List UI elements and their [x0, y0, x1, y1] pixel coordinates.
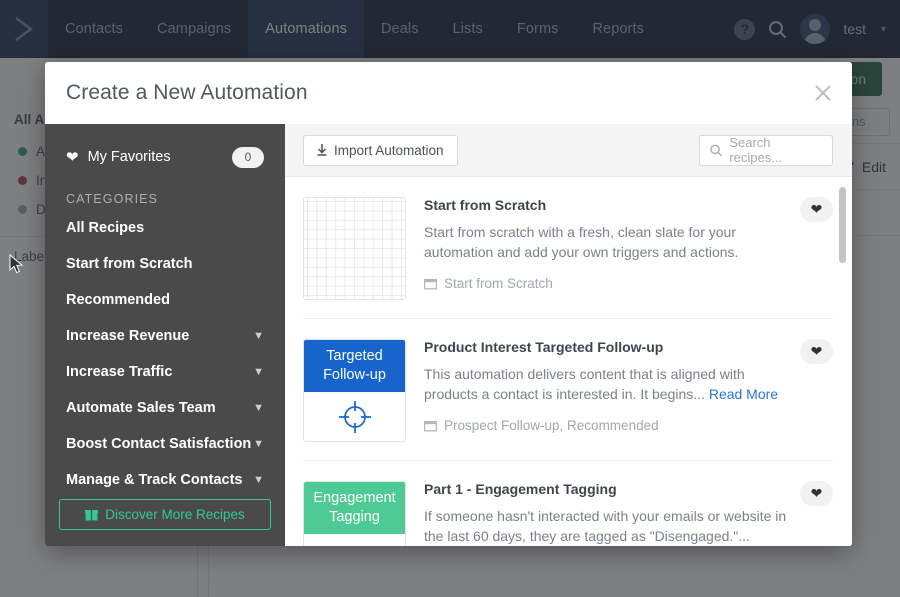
category-label: Recommended [66, 292, 170, 308]
modal-sidebar: ❤ My Favorites 0 CATEGORIES All Recipes … [45, 124, 285, 546]
search-recipes-input[interactable]: Search recipes... [699, 134, 833, 166]
read-more-link[interactable]: Read More [709, 386, 778, 402]
sidebar-item-recommended[interactable]: Recommended [45, 282, 285, 318]
close-icon[interactable] [812, 82, 834, 104]
tag-icon [424, 278, 437, 289]
modal-scrollbar-thumb[interactable] [839, 187, 846, 263]
category-label: All Recipes [66, 220, 145, 236]
thumbnail-caption-line1: Targeted [326, 348, 383, 364]
recipes-toolbar: Import Automation Search recipes... [285, 124, 852, 177]
category-label: Increase Revenue [66, 328, 190, 344]
grid-pattern-icon [304, 198, 405, 299]
category-label: Manage & Track Contacts [66, 472, 243, 488]
modal-body: ❤ My Favorites 0 CATEGORIES All Recipes … [45, 124, 852, 546]
thumbnail-caption-line2: Tagging [329, 509, 380, 525]
recipe-description: If someone hasn't interacted with your e… [424, 506, 787, 546]
recipe-card-part-1-engagement-tagging[interactable]: Engagement Tagging Part 1 - Engagement T… [303, 461, 833, 546]
chevron-down-icon: ▼ [253, 474, 264, 486]
recipe-tag-row: Start from Scratch [424, 276, 787, 291]
chevron-down-icon: ▼ [253, 438, 264, 450]
categories-heading: CATEGORIES [66, 192, 159, 206]
thumbnail-art [304, 392, 405, 441]
heart-icon: ❤ [66, 149, 79, 166]
recipe-tags: Prospect Follow-up, Recommended [444, 418, 659, 433]
category-label: Boost Contact Satisfaction [66, 436, 252, 452]
sidebar-item-all-recipes[interactable]: All Recipes [45, 210, 285, 246]
favorites-count-badge: 0 [232, 146, 264, 168]
sidebar-item-increase-traffic[interactable]: Increase Traffic ▼ [45, 354, 285, 390]
discover-more-recipes-button[interactable]: Discover More Recipes [59, 499, 271, 530]
search-placeholder: Search recipes... [729, 135, 783, 165]
recipe-thumbnail: Targeted Follow-up [303, 339, 406, 442]
favorite-heart-icon[interactable]: ❤ [800, 339, 833, 364]
favorite-heart-icon[interactable]: ❤ [800, 197, 833, 222]
target-crosshair-icon [338, 400, 371, 433]
recipe-description-text: If someone hasn't interacted with your e… [424, 508, 787, 544]
sidebar-item-boost-contact-satisfaction[interactable]: Boost Contact Satisfaction ▼ [45, 426, 285, 462]
modal-title: Create a New Automation [66, 81, 308, 104]
import-label: Import Automation [334, 142, 444, 158]
recipe-description: Start from scratch with a fresh, clean s… [424, 222, 787, 262]
category-label: Increase Traffic [66, 364, 173, 380]
recipe-tag-row: Prospect Follow-up, Recommended [424, 418, 787, 433]
sidebar-item-my-favorites[interactable]: ❤ My Favorites 0 [45, 142, 285, 172]
download-arrow-icon [317, 144, 327, 156]
recipe-title: Part 1 - Engagement Tagging [424, 481, 617, 497]
recipe-description-text: Start from scratch with a fresh, clean s… [424, 224, 739, 260]
import-automation-button[interactable]: Import Automation [303, 134, 458, 166]
tag-icon [424, 420, 437, 431]
recipe-card-product-interest-targeted-follow-up[interactable]: Targeted Follow-up Product Interest Targ… [303, 319, 833, 461]
mouse-cursor [9, 254, 24, 274]
thumbnail-caption: Engagement Tagging [304, 482, 405, 534]
recipe-thumbnail: Engagement Tagging [303, 481, 406, 546]
chevron-down-icon: ▼ [253, 402, 264, 414]
modal-header: Create a New Automation [45, 62, 852, 124]
pulse-line-icon [327, 543, 383, 547]
recipe-tags: Start from Scratch [444, 276, 553, 291]
search-icon [710, 144, 723, 156]
sidebar-item-manage-track-contacts[interactable]: Manage & Track Contacts ▼ [45, 462, 285, 498]
category-label: Start from Scratch [66, 256, 193, 272]
recipe-title: Start from Scratch [424, 197, 547, 213]
sidebar-item-start-from-scratch[interactable]: Start from Scratch [45, 246, 285, 282]
modal-content: Import Automation Search recipes... Star… [285, 124, 852, 546]
thumbnail-caption-line2: Follow-up [323, 367, 386, 383]
chevron-down-icon: ▼ [253, 330, 264, 342]
thumbnail-caption: Targeted Follow-up [304, 340, 405, 392]
recipe-card-start-from-scratch[interactable]: Start from Scratch Start from scratch wi… [303, 177, 833, 319]
favorite-heart-icon[interactable]: ❤ [800, 481, 833, 506]
thumbnail-art [304, 534, 405, 546]
create-automation-modal: Create a New Automation ❤ My Favorites 0… [45, 62, 852, 546]
thumbnail-caption-line1: Engagement [313, 490, 396, 506]
recipe-description-text: This automation delivers content that is… [424, 366, 745, 402]
my-favorites-label: My Favorites [87, 149, 171, 165]
recipe-description: This automation delivers content that is… [424, 364, 787, 404]
sidebar-item-increase-revenue[interactable]: Increase Revenue ▼ [45, 318, 285, 354]
category-label: Automate Sales Team [66, 400, 216, 416]
recipe-body: Part 1 - Engagement Tagging If someone h… [424, 481, 833, 546]
recipe-body: Start from Scratch Start from scratch wi… [424, 197, 833, 300]
gift-icon [85, 510, 99, 521]
recipe-list: Start from Scratch Start from scratch wi… [285, 177, 852, 546]
recipe-thumbnail [303, 197, 406, 300]
recipe-body: Product Interest Targeted Follow-up This… [424, 339, 833, 442]
recipe-title: Product Interest Targeted Follow-up [424, 339, 664, 355]
chevron-down-icon: ▼ [253, 366, 264, 378]
sidebar-item-automate-sales-team[interactable]: Automate Sales Team ▼ [45, 390, 285, 426]
discover-label: Discover More Recipes [105, 507, 245, 522]
